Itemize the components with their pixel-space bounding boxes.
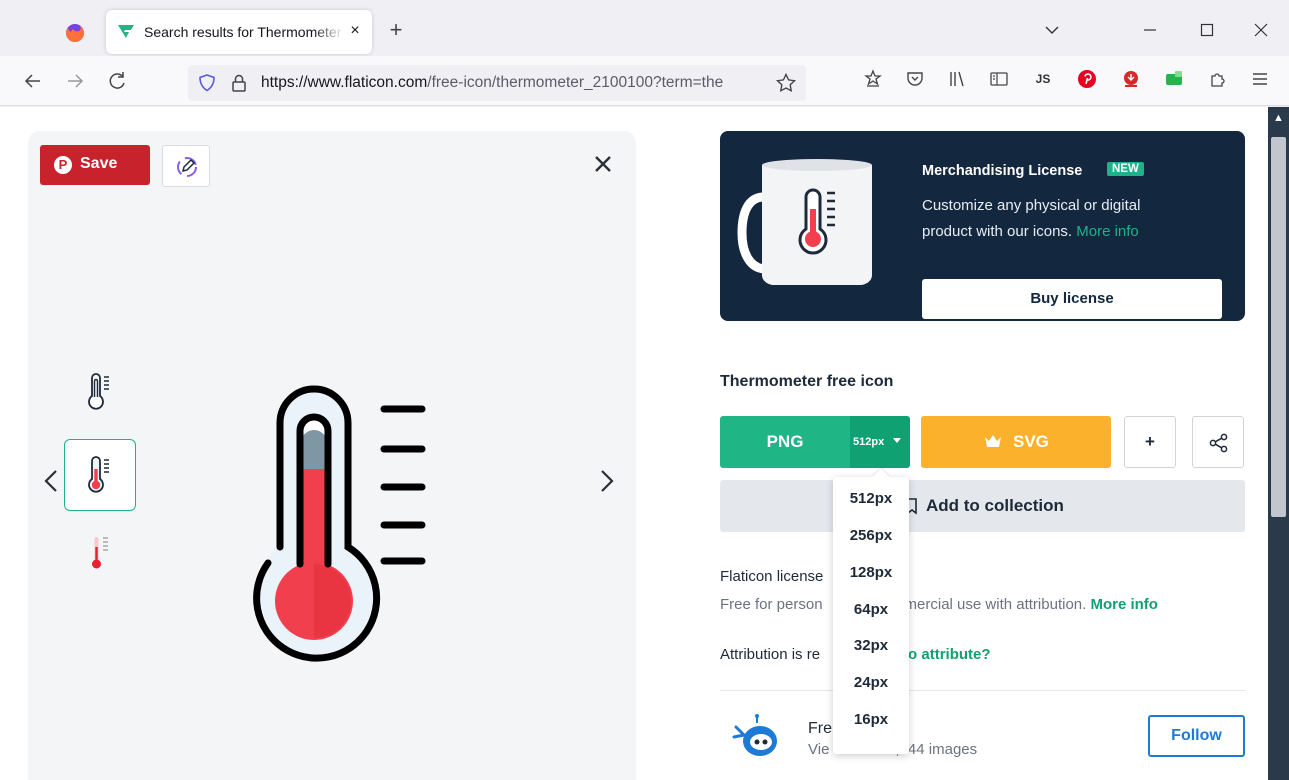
author-name[interactable]: Fre bbox=[808, 720, 832, 738]
url-host: https://www.flaticon.com bbox=[261, 74, 428, 91]
crown-icon bbox=[985, 435, 1001, 447]
collection-label: Add to collection bbox=[926, 496, 1064, 515]
download-svg-button[interactable]: SVG bbox=[921, 416, 1111, 468]
reload-icon[interactable] bbox=[104, 68, 130, 94]
firefox-icon[interactable] bbox=[60, 18, 90, 48]
previous-arrow-icon[interactable] bbox=[40, 461, 64, 501]
svg-label: SVG bbox=[1013, 432, 1049, 451]
license-more-info-link[interactable]: More info bbox=[1090, 596, 1158, 613]
icon-title: Thermometer free icon bbox=[720, 373, 894, 390]
url-path: /free-icon/thermometer_2100100?term=the bbox=[427, 74, 724, 91]
bookmark-star-icon[interactable] bbox=[775, 72, 797, 94]
caret-down-icon bbox=[893, 438, 901, 443]
merch-title: Merchandising License bbox=[922, 163, 1083, 179]
attribution-text: Attribution is re bbox=[720, 646, 821, 663]
green-extension-icon[interactable] bbox=[1163, 68, 1185, 90]
flaticon-favicon-icon bbox=[118, 25, 134, 38]
url-bar[interactable]: https://www.flaticon.com/free-icon/therm… bbox=[188, 65, 806, 101]
extensions-puzzle-icon[interactable] bbox=[1207, 68, 1229, 90]
thumbnail-flat[interactable] bbox=[64, 521, 136, 593]
edit-icon-button[interactable] bbox=[162, 145, 210, 187]
author-meta-start: Vie bbox=[808, 741, 830, 758]
tab-list-chevron-icon[interactable] bbox=[1040, 18, 1064, 42]
selected-size: 512px bbox=[853, 436, 885, 448]
next-arrow-icon[interactable] bbox=[594, 461, 618, 501]
add-to-collection-plus-button[interactable]: + bbox=[1124, 416, 1176, 468]
minimize-icon[interactable] bbox=[1138, 18, 1162, 42]
back-arrow-icon[interactable] bbox=[20, 68, 46, 94]
download-png-button[interactable]: PNG bbox=[720, 416, 850, 468]
buy-license-button[interactable]: Buy license bbox=[922, 279, 1222, 319]
js-extension-icon[interactable]: JS bbox=[1032, 68, 1054, 90]
pinterest-extension-icon[interactable] bbox=[1076, 68, 1098, 90]
scroll-up-arrow-icon[interactable]: ▲ bbox=[1272, 112, 1285, 124]
author-logo-icon[interactable] bbox=[730, 711, 784, 761]
save-label: Save bbox=[80, 155, 118, 172]
style-thumbnails bbox=[64, 373, 136, 577]
merch-more-info-link[interactable]: More info bbox=[1076, 223, 1139, 240]
new-tab-button[interactable]: + bbox=[384, 18, 408, 42]
forward-arrow-icon[interactable] bbox=[62, 68, 88, 94]
active-tab[interactable]: Search results for Thermometer × bbox=[106, 10, 372, 54]
size-option-24[interactable]: 24px bbox=[833, 665, 909, 701]
download-extension-icon[interactable] bbox=[1120, 68, 1142, 90]
pencil-edit-icon bbox=[177, 157, 197, 177]
size-option-16[interactable]: 16px bbox=[833, 702, 909, 738]
size-select-button[interactable]: 512px bbox=[850, 416, 910, 468]
thermometer-outline-icon bbox=[88, 373, 109, 410]
divider bbox=[720, 690, 1245, 691]
navigation-toolbar: https://www.flaticon.com/free-icon/therm… bbox=[0, 56, 1289, 106]
merchandising-license-banner: Merchandising License NEW Customize any … bbox=[720, 131, 1245, 321]
lock-icon[interactable] bbox=[228, 72, 250, 94]
size-option-256[interactable]: 256px bbox=[833, 518, 909, 554]
size-option-512[interactable]: 512px bbox=[833, 481, 909, 517]
tab-close-button[interactable]: × bbox=[344, 20, 366, 42]
thumbnail-outline[interactable] bbox=[64, 357, 136, 429]
url-text[interactable]: https://www.flaticon.com/free-icon/therm… bbox=[261, 74, 766, 92]
license-title: Flaticon license bbox=[720, 568, 824, 585]
hamburger-menu-icon[interactable] bbox=[1249, 68, 1271, 90]
pocket-save-icon[interactable] bbox=[862, 68, 884, 90]
mug-mockup-image bbox=[737, 159, 872, 285]
share-button[interactable] bbox=[1192, 416, 1244, 468]
thumbnail-color-selected[interactable] bbox=[64, 439, 136, 511]
new-badge: NEW bbox=[1107, 162, 1144, 176]
maximize-icon[interactable] bbox=[1195, 18, 1219, 42]
size-option-32[interactable]: 32px bbox=[833, 628, 909, 664]
thermometer-large-preview-icon bbox=[253, 385, 426, 662]
page-content: P Save Merchandising License NEW Customi… bbox=[0, 107, 1268, 780]
pinterest-icon: P bbox=[54, 156, 72, 174]
library-icon[interactable] bbox=[946, 68, 968, 90]
tracking-shield-icon[interactable] bbox=[196, 72, 218, 94]
browser-tab-bar: Search results for Thermometer × + bbox=[0, 0, 1289, 56]
page-scrollbar[interactable]: ▲ bbox=[1268, 107, 1289, 780]
share-icon bbox=[1209, 433, 1228, 453]
size-option-64[interactable]: 64px bbox=[833, 592, 909, 628]
thermometer-color-icon bbox=[88, 456, 109, 493]
close-preview-icon[interactable] bbox=[588, 149, 618, 179]
follow-button[interactable]: Follow bbox=[1148, 715, 1245, 757]
pinterest-save-button[interactable]: P Save bbox=[40, 145, 150, 185]
tab-title: Search results for Thermometer bbox=[144, 24, 342, 40]
size-dropdown-menu: 512px 256px 128px 64px 32px 24px 16px bbox=[833, 468, 909, 754]
window-close-icon[interactable] bbox=[1249, 18, 1273, 42]
add-to-collection-button[interactable]: Add to collection bbox=[720, 480, 1245, 532]
thermometer-flat-icon bbox=[92, 537, 108, 569]
size-option-128[interactable]: 128px bbox=[833, 555, 909, 591]
merch-description: Customize any physical or digital produc… bbox=[922, 193, 1192, 245]
scrollbar-thumb[interactable] bbox=[1271, 137, 1286, 517]
license-desc-end: mercial use with attribution. bbox=[904, 596, 1087, 613]
icon-preview-panel: P Save bbox=[28, 131, 636, 780]
license-desc-start: Free for person bbox=[720, 596, 823, 613]
sidebar-icon[interactable] bbox=[988, 68, 1010, 90]
pocket-icon[interactable] bbox=[904, 68, 926, 90]
license-description: Free for person mercial use with attribut… bbox=[720, 596, 1158, 613]
